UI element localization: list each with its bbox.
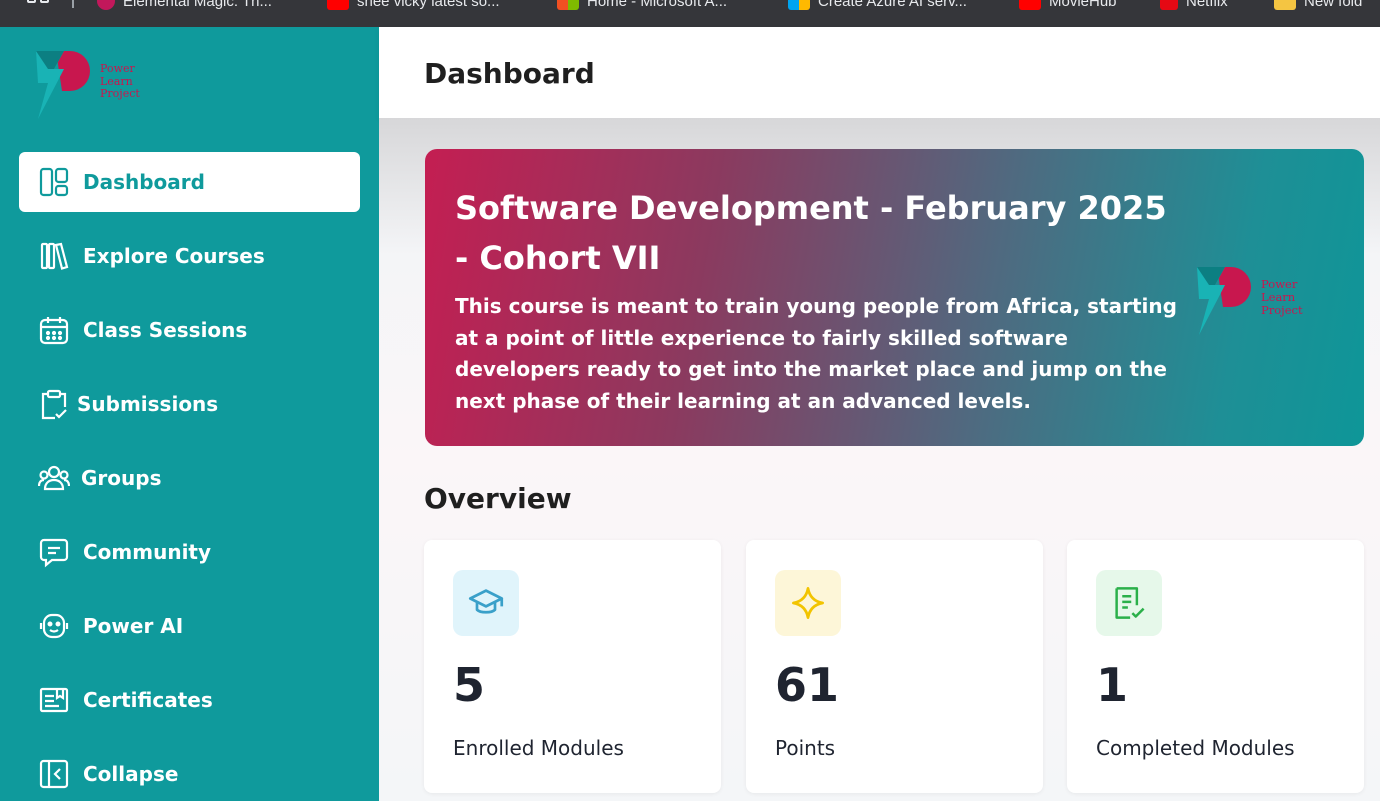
youtube-icon: [327, 0, 349, 10]
sidebar-item-power-ai[interactable]: Power AI: [19, 596, 360, 656]
stat-value: 61: [775, 658, 840, 712]
course-title: Software Development - February 2025 - C…: [455, 189, 1167, 277]
sidebar-item-label: Certificates: [83, 688, 213, 712]
course-description: This course is meant to train young peop…: [455, 294, 1177, 413]
bookmark-label: shee vicky latest so...: [357, 0, 500, 10]
bookmark-item[interactable]: Elemental Magic: Th...: [97, 0, 272, 10]
sidebar-item-label: Submissions: [77, 392, 219, 416]
sidebar-item-label: Dashboard: [83, 170, 205, 194]
robot-icon: [37, 609, 71, 643]
bookmark-item[interactable]: New fold: [1274, 0, 1362, 10]
graduation-cap-icon: [453, 570, 519, 636]
sparkle-icon: [775, 570, 841, 636]
users-icon: [37, 461, 71, 495]
chat-icon: [37, 535, 71, 569]
page-header: Dashboard: [379, 27, 1380, 118]
main-content: Software Development - February 2025 - C…: [379, 118, 1380, 801]
stat-card-completed-modules[interactable]: 1 Completed Modules: [1067, 540, 1364, 793]
sidebar-item-label: Class Sessions: [83, 318, 248, 342]
sidebar-item-label: Explore Courses: [83, 244, 265, 268]
logo-line: Project: [100, 87, 140, 100]
certificate-icon: [37, 683, 71, 717]
sidebar-item-label: Groups: [81, 466, 162, 490]
course-banner[interactable]: Software Development - February 2025 - C…: [425, 149, 1364, 446]
sidebar-item-groups[interactable]: Groups: [19, 448, 360, 508]
plp-logo-icon: [1197, 267, 1251, 335]
sidebar-item-community[interactable]: Community: [19, 522, 360, 582]
sidebar-item-submissions[interactable]: Submissions: [19, 374, 360, 434]
calendar-icon: [37, 313, 71, 347]
bookmark-item[interactable]: shee vicky latest so...: [327, 0, 500, 10]
sidebar-item-dashboard[interactable]: Dashboard: [19, 152, 360, 212]
bookmarks-bar: Elemental Magic: Th... shee vicky latest…: [0, 0, 1380, 27]
stat-card-points[interactable]: 61 Points: [746, 540, 1043, 793]
bookmark-label: Netflix: [1186, 0, 1228, 10]
bookmarks-divider: [72, 0, 74, 8]
sidebar-item-explore-courses[interactable]: Explore Courses: [19, 226, 360, 286]
overview-heading: Overview: [424, 482, 572, 515]
netflix-icon: [1160, 0, 1178, 10]
power-learn-project-logo[interactable]: Power Learn Project: [34, 45, 154, 121]
sidebar-item-certificates[interactable]: Certificates: [19, 670, 360, 730]
bookmark-label: Elemental Magic: Th...: [123, 0, 272, 10]
logo-wordmark: Power Learn Project: [1261, 278, 1303, 317]
microsoft-icon: [788, 0, 810, 10]
sidebar-item-class-sessions[interactable]: Class Sessions: [19, 300, 360, 360]
sidebar-item-label: Collapse: [83, 762, 179, 786]
stat-value: 1: [1096, 658, 1129, 712]
page-title: Dashboard: [424, 57, 595, 90]
sidebar-item-label: Power AI: [83, 614, 184, 638]
bookmark-item[interactable]: Create Azure AI serv...: [788, 0, 967, 10]
bookmark-item[interactable]: Home - Microsoft A...: [557, 0, 727, 10]
stat-card-enrolled-modules[interactable]: 5 Enrolled Modules: [424, 540, 721, 793]
stat-label: Points: [775, 736, 836, 760]
books-icon: [37, 239, 71, 273]
bookmark-label: MovieHub: [1049, 0, 1117, 10]
microsoft-icon: [557, 0, 579, 10]
stat-label: Enrolled Modules: [453, 736, 624, 760]
collapse-icon: [37, 757, 71, 791]
dashboard-icon: [37, 165, 71, 199]
elemental-icon: [97, 0, 115, 10]
bookmark-item[interactable]: MovieHub: [1019, 0, 1117, 10]
clipboard-check-icon: [37, 387, 71, 421]
sidebar-item-collapse[interactable]: Collapse: [19, 744, 360, 801]
plp-logo-icon: [36, 51, 90, 119]
bookmark-label: New fold: [1304, 0, 1363, 10]
stat-value: 5: [453, 658, 486, 712]
stat-label: Completed Modules: [1096, 736, 1295, 760]
logo-line: Power: [100, 62, 135, 75]
bookmark-item[interactable]: Netflix: [1160, 0, 1228, 10]
apps-grid-icon[interactable]: [27, 0, 51, 8]
moviehub-icon: [1019, 0, 1041, 10]
logo-line: Project: [1261, 303, 1303, 317]
sidebar-item-label: Community: [83, 540, 212, 564]
bookmark-label: Home - Microsoft A...: [587, 0, 728, 10]
sidebar: Power Learn Project Dashboard Explore Co…: [0, 27, 379, 801]
bookmark-label: Create Azure AI serv...: [818, 0, 967, 10]
banner-logo: Power Learn Project: [1195, 261, 1315, 337]
folder-icon: [1274, 0, 1296, 10]
logo-wordmark: Power Learn Project: [100, 62, 140, 101]
checklist-icon: [1096, 570, 1162, 636]
